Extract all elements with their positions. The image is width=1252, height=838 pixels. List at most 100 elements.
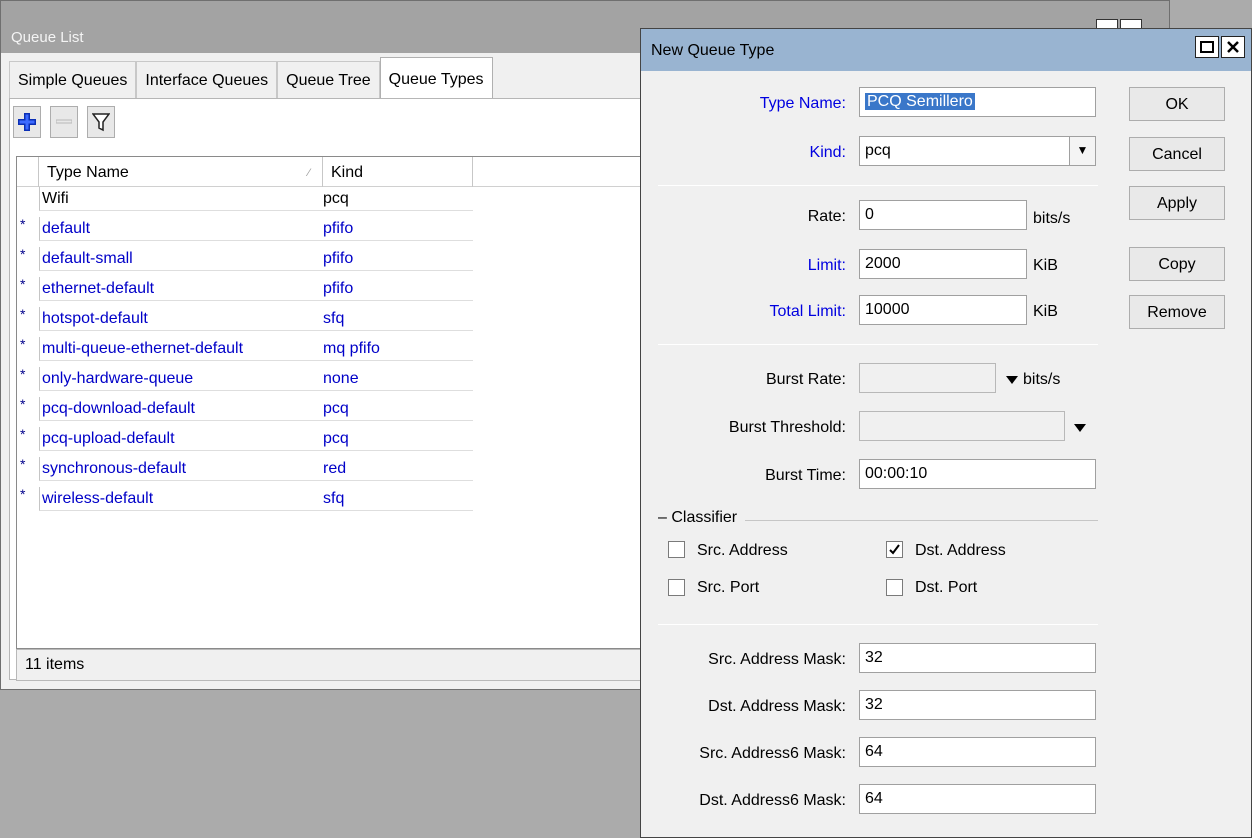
row-marker: *: [20, 336, 26, 352]
total-limit-unit: KiB: [1033, 303, 1058, 320]
filter-icon: [92, 113, 110, 132]
dst-port-checkbox[interactable]: [886, 579, 903, 596]
remove-button[interactable]: [50, 106, 78, 138]
dst-address-mask-label: Dst. Address Mask:: [708, 698, 846, 715]
queue-tabs: Simple Queues Interface Queues Queue Tre…: [9, 57, 493, 101]
column-header-label: Type Name: [47, 164, 129, 181]
queue-list-title: Queue List: [11, 29, 84, 46]
row-kind: pcq: [323, 187, 473, 211]
src-port-checkbox[interactable]: [668, 579, 685, 596]
row-type-name: wireless-default: [39, 487, 323, 511]
src-address-label: Src. Address: [697, 542, 788, 559]
toolbar: [13, 106, 115, 138]
kind-label: Kind:: [809, 144, 846, 161]
burst-rate-field[interactable]: [859, 363, 996, 393]
dst-address6-mask-field[interactable]: 64: [859, 784, 1096, 814]
burst-rate-label: Burst Rate:: [765, 371, 846, 388]
row-kind: mq pfifo: [323, 337, 473, 361]
dialog-title: New Queue Type: [651, 42, 775, 59]
classifier-label: Classifier: [671, 509, 738, 526]
total-limit-field[interactable]: 10000: [859, 295, 1027, 325]
tab-queue-types[interactable]: Queue Types: [379, 57, 493, 101]
row-marker: *: [20, 396, 26, 412]
row-kind: pcq: [323, 397, 473, 421]
remove-button[interactable]: Remove: [1129, 295, 1225, 329]
burst-rate-unit: bits/s: [1023, 371, 1061, 388]
burst-time-field[interactable]: 00:00:10: [859, 459, 1096, 489]
dst-port-label: Dst. Port: [915, 579, 978, 596]
column-header-type-name[interactable]: Type Name ⁄: [39, 157, 323, 187]
dst-address-label: Dst. Address: [915, 542, 1006, 559]
row-type-name: default: [39, 217, 323, 241]
burst-time-label: Burst Time:: [765, 467, 846, 484]
rate-label: Rate:: [807, 208, 846, 225]
dropdown-icon[interactable]: ▼: [1069, 137, 1095, 165]
row-marker: *: [20, 366, 26, 382]
separator: [658, 344, 1098, 345]
row-kind: red: [323, 457, 473, 481]
row-type-name: default-small: [39, 247, 323, 271]
limit-field[interactable]: 2000: [859, 249, 1027, 279]
dialog-titlebar[interactable]: New Queue Type: [641, 29, 1251, 71]
item-count: 11 items: [25, 656, 85, 673]
limit-label: Limit:: [807, 257, 846, 274]
filter-button[interactable]: [87, 106, 115, 138]
tab-queue-tree[interactable]: Queue Tree: [277, 61, 380, 99]
row-type-name: ethernet-default: [39, 277, 323, 301]
separator: [658, 624, 1098, 625]
classifier-heading: – Classifier: [658, 509, 746, 527]
ok-button[interactable]: OK: [1129, 87, 1225, 121]
maximize-icon[interactable]: [1195, 36, 1219, 58]
kind-select[interactable]: pcq ▼: [859, 136, 1096, 166]
burst-rate-dropdown-icon[interactable]: [1006, 376, 1018, 384]
row-kind: pcq: [323, 427, 473, 451]
row-marker: *: [20, 426, 26, 442]
src-address6-mask-field[interactable]: 64: [859, 737, 1096, 767]
cancel-button[interactable]: Cancel: [1129, 137, 1225, 171]
row-marker: *: [20, 456, 26, 472]
row-type-name: multi-queue-ethernet-default: [39, 337, 323, 361]
row-type-name: hotspot-default: [39, 307, 323, 331]
row-marker: *: [20, 246, 26, 262]
tab-interface-queues[interactable]: Interface Queues: [136, 61, 278, 99]
minus-icon: [56, 119, 72, 124]
src-address-checkbox[interactable]: [668, 541, 685, 558]
add-button[interactable]: [13, 106, 41, 138]
sort-asc-icon: ⁄: [308, 167, 310, 179]
row-marker: *: [20, 216, 26, 232]
src-address-mask-field[interactable]: 32: [859, 643, 1096, 673]
row-marker: *: [20, 306, 26, 322]
kind-value: pcq: [865, 142, 891, 159]
total-limit-label: Total Limit:: [769, 303, 846, 320]
plus-icon: [18, 113, 36, 131]
tab-simple-queues[interactable]: Simple Queues: [9, 61, 137, 99]
apply-button[interactable]: Apply: [1129, 186, 1225, 220]
type-name-label: Type Name:: [759, 95, 846, 112]
row-marker: *: [20, 486, 26, 502]
row-type-name: synchronous-default: [39, 457, 323, 481]
type-name-field[interactable]: PCQ Semillero: [859, 87, 1096, 117]
row-kind: sfq: [323, 307, 473, 331]
type-name-value: PCQ Semillero: [865, 93, 975, 110]
column-header-kind[interactable]: Kind: [323, 157, 473, 187]
rate-field[interactable]: 0: [859, 200, 1027, 230]
row-kind: pfifo: [323, 247, 473, 271]
copy-button[interactable]: Copy: [1129, 247, 1225, 281]
separator: [658, 185, 1098, 186]
limit-unit: KiB: [1033, 257, 1058, 274]
burst-threshold-dropdown-icon[interactable]: [1074, 424, 1086, 432]
row-kind: none: [323, 367, 473, 391]
marker-column-header: [17, 157, 39, 187]
dst-address6-mask-label: Dst. Address6 Mask:: [699, 792, 846, 809]
src-address-mask-label: Src. Address Mask:: [708, 651, 846, 668]
dst-address-mask-field[interactable]: 32: [859, 690, 1096, 720]
check-icon: [889, 544, 900, 555]
row-type-name: pcq-download-default: [39, 397, 323, 421]
burst-threshold-field[interactable]: [859, 411, 1065, 441]
close-icon[interactable]: [1221, 36, 1245, 58]
burst-threshold-label: Burst Threshold:: [728, 419, 846, 436]
row-marker: *: [20, 276, 26, 292]
dst-address-checkbox[interactable]: [886, 541, 903, 558]
dialog-window-buttons: [1195, 36, 1245, 58]
row-kind: pfifo: [323, 277, 473, 301]
